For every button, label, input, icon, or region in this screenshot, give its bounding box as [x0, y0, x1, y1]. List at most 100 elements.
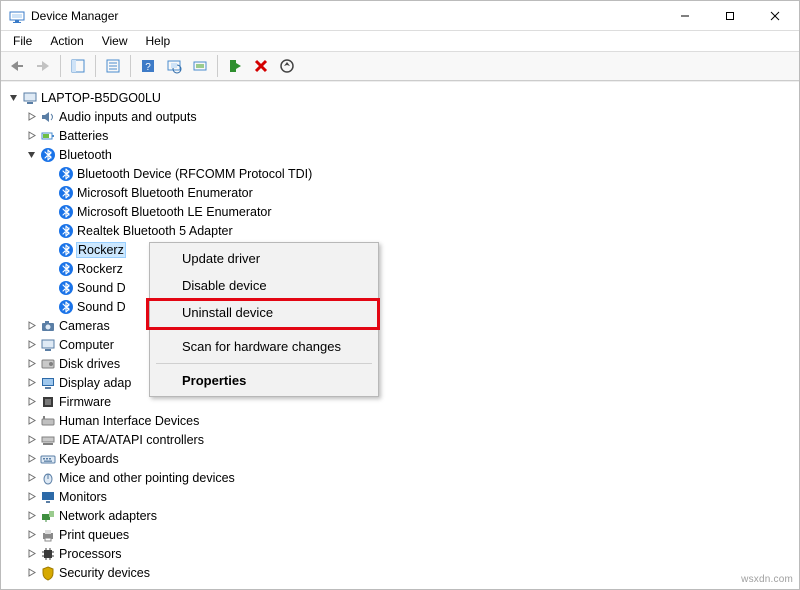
caret-right-icon[interactable]	[25, 358, 37, 370]
device-label: Microsoft Bluetooth Enumerator	[77, 186, 253, 200]
enable-device-button[interactable]	[223, 54, 247, 78]
caret-right-icon[interactable]	[25, 529, 37, 541]
tree-category[interactable]: Display adap	[25, 373, 799, 392]
category-label: Print queues	[59, 528, 129, 542]
caret-right-icon[interactable]	[25, 510, 37, 522]
category-label: Network adapters	[59, 509, 157, 523]
category-icon	[40, 413, 56, 429]
caret-right-icon[interactable]	[25, 415, 37, 427]
menu-help[interactable]: Help	[138, 32, 179, 50]
minimize-button[interactable]	[662, 1, 707, 30]
category-label: Computer	[59, 338, 114, 352]
bluetooth-icon	[58, 223, 74, 239]
toolbar: ?	[1, 51, 799, 81]
caret-down-icon[interactable]	[7, 92, 19, 104]
ctx-uninstall-device[interactable]: Uninstall device	[152, 299, 376, 326]
category-icon	[40, 470, 56, 486]
toolbar-separator	[217, 55, 218, 77]
caret-right-icon[interactable]	[25, 377, 37, 389]
nav-back-button[interactable]	[5, 54, 29, 78]
caret-right-icon[interactable]	[25, 472, 37, 484]
category-label: Keyboards	[59, 452, 119, 466]
category-label: Cameras	[59, 319, 110, 333]
menu-action[interactable]: Action	[42, 32, 91, 50]
caret-right-icon[interactable]	[25, 434, 37, 446]
category-icon	[40, 147, 56, 163]
device-tree-pane[interactable]: LAPTOP-B5DGO0LU Audio inputs and outputs…	[1, 81, 799, 589]
tree-device[interactable]: Microsoft Bluetooth Enumerator	[43, 183, 799, 202]
tree-category[interactable]: Bluetooth	[25, 145, 799, 164]
maximize-button[interactable]	[707, 1, 752, 30]
bluetooth-icon	[58, 185, 74, 201]
titlebar: Device Manager	[1, 1, 799, 31]
tree-category[interactable]: Human Interface Devices	[25, 411, 799, 430]
tree-category[interactable]: Print queues	[25, 525, 799, 544]
category-label: Audio inputs and outputs	[59, 110, 197, 124]
scan-hardware-button[interactable]	[162, 54, 186, 78]
caret-right-icon[interactable]	[25, 339, 37, 351]
category-icon	[40, 546, 56, 562]
close-button[interactable]	[752, 1, 797, 30]
caret-right-icon[interactable]	[25, 491, 37, 503]
tree-category[interactable]: Security devices	[25, 563, 799, 582]
category-icon	[40, 109, 56, 125]
tree-category[interactable]: Computer	[25, 335, 799, 354]
caret-right-icon[interactable]	[25, 320, 37, 332]
bluetooth-icon	[58, 166, 74, 182]
caret-right-icon[interactable]	[25, 548, 37, 560]
category-icon	[40, 432, 56, 448]
category-icon	[40, 375, 56, 391]
tree-device[interactable]: Bluetooth Device (RFCOMM Protocol TDI)	[43, 164, 799, 183]
tree-category[interactable]: Firmware	[25, 392, 799, 411]
update-driver-button[interactable]	[188, 54, 212, 78]
category-label: Human Interface Devices	[59, 414, 199, 428]
tree-category[interactable]: Audio inputs and outputs	[25, 107, 799, 126]
add-legacy-hardware-button[interactable]	[275, 54, 299, 78]
ctx-separator	[156, 329, 372, 330]
device-label: Sound D	[77, 300, 126, 314]
watermark: wsxdn.com	[741, 574, 793, 585]
ctx-update-driver[interactable]: Update driver	[152, 245, 376, 272]
bluetooth-icon	[58, 299, 74, 315]
show-hide-console-tree-button[interactable]	[66, 54, 90, 78]
nav-forward-button[interactable]	[31, 54, 55, 78]
caret-right-icon[interactable]	[25, 567, 37, 579]
category-label: IDE ATA/ATAPI controllers	[59, 433, 204, 447]
window-title: Device Manager	[31, 9, 662, 23]
uninstall-device-button[interactable]	[249, 54, 273, 78]
tree-category[interactable]: IDE ATA/ATAPI controllers	[25, 430, 799, 449]
tree-category[interactable]: Monitors	[25, 487, 799, 506]
menu-view[interactable]: View	[94, 32, 136, 50]
tree-category[interactable]: Processors	[25, 544, 799, 563]
tree-device[interactable]: Microsoft Bluetooth LE Enumerator	[43, 202, 799, 221]
properties-button[interactable]	[101, 54, 125, 78]
tree-category[interactable]: Disk drives	[25, 354, 799, 373]
help-button[interactable]: ?	[136, 54, 160, 78]
tree-category[interactable]: Cameras	[25, 316, 799, 335]
category-icon	[40, 508, 56, 524]
device-label: Rockerz	[77, 243, 125, 257]
caret-right-icon[interactable]	[25, 111, 37, 123]
caret-right-icon[interactable]	[25, 130, 37, 142]
context-menu: Update driver Disable device Uninstall d…	[149, 242, 379, 397]
category-label: Monitors	[59, 490, 107, 504]
category-icon	[40, 337, 56, 353]
ctx-disable-device[interactable]: Disable device	[152, 272, 376, 299]
tree-category[interactable]: Network adapters	[25, 506, 799, 525]
menubar: File Action View Help	[1, 31, 799, 51]
ctx-scan-hardware[interactable]: Scan for hardware changes	[152, 333, 376, 360]
tree-root[interactable]: LAPTOP-B5DGO0LU	[7, 88, 799, 107]
ctx-properties[interactable]: Properties	[152, 367, 376, 394]
device-label: Sound D	[77, 281, 126, 295]
caret-down-icon[interactable]	[25, 149, 37, 161]
category-label: Mice and other pointing devices	[59, 471, 235, 485]
category-icon	[40, 318, 56, 334]
tree-device[interactable]: Realtek Bluetooth 5 Adapter	[43, 221, 799, 240]
category-icon	[40, 489, 56, 505]
caret-right-icon[interactable]	[25, 396, 37, 408]
tree-category[interactable]: Keyboards	[25, 449, 799, 468]
tree-category[interactable]: Mice and other pointing devices	[25, 468, 799, 487]
menu-file[interactable]: File	[5, 32, 40, 50]
caret-right-icon[interactable]	[25, 453, 37, 465]
tree-category[interactable]: Batteries	[25, 126, 799, 145]
